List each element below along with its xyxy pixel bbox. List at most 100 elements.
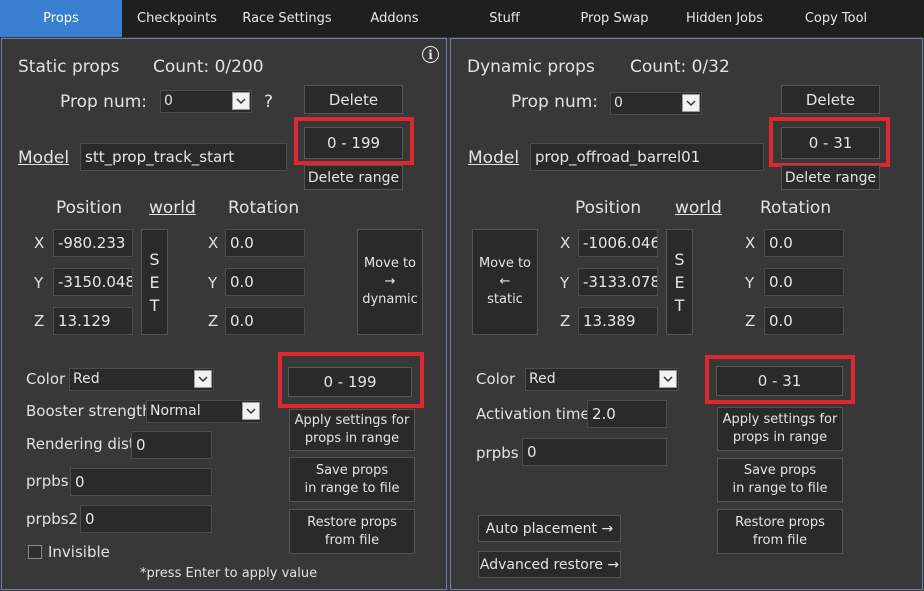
invisible-label: Invisible [48, 543, 110, 561]
delete-range-button[interactable]: Delete range [781, 165, 880, 190]
prop-num-value: 0 [614, 95, 623, 111]
model-label[interactable]: Model [18, 148, 69, 168]
delete-button[interactable]: Delete [304, 85, 403, 114]
tab-checkpoints[interactable]: Checkpoints [122, 0, 232, 37]
rot-z-label: Z [208, 312, 219, 330]
model-input[interactable]: prop_offroad_barrel01 [530, 143, 764, 171]
tab-addons[interactable]: Addons [342, 0, 447, 37]
pos-y-input[interactable]: -3133.078 [578, 268, 658, 296]
static-props-panel: Static props Count: 0/200 i Prop num: 0 … [1, 38, 447, 590]
rot-z-input[interactable]: 0.0 [764, 307, 844, 335]
dynamic-props-panel: Dynamic props Count: 0/32 Prop num: 0 De… [450, 38, 923, 590]
tab-copy-tool[interactable]: Copy Tool [782, 0, 890, 37]
prpbs-input[interactable]: 0 [70, 468, 212, 496]
rot-y-input[interactable]: 0.0 [225, 268, 305, 296]
pos-z-input[interactable]: 13.389 [578, 307, 658, 335]
rendering-dist-label: Rendering dist [26, 435, 135, 453]
set-button[interactable]: S E T [141, 229, 168, 335]
tab-race-settings[interactable]: Race Settings [232, 0, 342, 37]
prop-num-select[interactable]: 0 [610, 92, 702, 115]
color-label: Color [476, 370, 516, 388]
pos-z-label: Z [560, 312, 571, 330]
save-props-button[interactable]: Save props in range to file [289, 457, 415, 502]
rotation-label: Rotation [228, 198, 300, 218]
pos-x-input[interactable]: -980.233 [53, 229, 133, 257]
position-label: Position [56, 198, 123, 218]
pos-z-input[interactable]: 13.129 [53, 307, 133, 335]
help-icon[interactable]: ? [264, 92, 273, 112]
chevron-down-icon [194, 370, 212, 388]
pos-x-input[interactable]: -1006.046 [578, 229, 658, 257]
rot-x-label: X [208, 234, 219, 252]
info-icon[interactable]: i [422, 46, 439, 63]
prpbs-input[interactable]: 0 [522, 438, 667, 466]
rot-x-input[interactable]: 0.0 [225, 229, 305, 257]
model-input[interactable]: stt_prop_track_start [80, 143, 287, 171]
rendering-dist-input[interactable]: 0 [131, 431, 212, 459]
rotation-label: Rotation [760, 198, 832, 218]
color-select[interactable]: Red [525, 368, 679, 391]
move-to-dynamic-button[interactable]: Move to → dynamic [357, 229, 423, 335]
prop-num-value: 0 [164, 93, 173, 109]
static-props-title: Static props [18, 57, 120, 77]
delete-button[interactable]: Delete [781, 85, 880, 114]
prpbs-label: prpbs [476, 444, 519, 462]
restore-props-button[interactable]: Restore props from file [289, 509, 415, 554]
static-count: Count: 0/200 [153, 57, 264, 77]
world-toggle[interactable]: world [149, 198, 196, 218]
rot-x-input[interactable]: 0.0 [764, 229, 844, 257]
prpbs2-input[interactable]: 0 [80, 505, 212, 533]
pos-x-label: X [560, 234, 571, 252]
color-label: Color [26, 370, 66, 388]
tab-prop-swap[interactable]: Prop Swap [562, 0, 667, 37]
chevron-down-icon [682, 94, 700, 112]
auto-placement-button[interactable]: Auto placement → [478, 515, 621, 542]
color-value: Red [529, 371, 556, 387]
set-button[interactable]: S E T [666, 229, 693, 335]
delete-range-button[interactable]: Delete range [304, 165, 403, 190]
rot-z-input[interactable]: 0.0 [225, 307, 305, 335]
pos-y-label: Y [34, 274, 44, 292]
footer-note: *press Enter to apply value [140, 566, 318, 581]
tab-stuff[interactable]: Stuff [447, 0, 562, 37]
highlight-box [278, 352, 424, 408]
save-props-button[interactable]: Save props in range to file [717, 458, 843, 502]
highlight-box [705, 355, 855, 404]
chevron-down-icon [659, 370, 677, 388]
color-value: Red [73, 371, 100, 387]
rot-y-label: Y [745, 274, 755, 292]
chevron-down-icon [242, 402, 260, 420]
apply-settings-button[interactable]: Apply settings for props in range [289, 409, 415, 451]
prop-num-label: Prop num: [511, 92, 599, 112]
model-label[interactable]: Model [468, 148, 519, 168]
prpbs2-label: prpbs2 [26, 510, 79, 528]
color-select[interactable]: Red [69, 368, 214, 391]
tab-hidden-jobs[interactable]: Hidden Jobs [667, 0, 782, 37]
rot-y-input[interactable]: 0.0 [764, 268, 844, 296]
activation-time-input[interactable]: 2.0 [587, 400, 667, 428]
pos-x-label: X [34, 234, 45, 252]
booster-strength-select[interactable]: Normal [146, 400, 262, 423]
dynamic-props-title: Dynamic props [467, 57, 595, 77]
move-to-static-button[interactable]: Move to ← static [472, 229, 538, 335]
tab-bar: Props Checkpoints Race Settings Addons S… [0, 0, 924, 37]
prop-num-select[interactable]: 0 [160, 90, 252, 113]
advanced-restore-button[interactable]: Advanced restore → [478, 551, 621, 578]
activation-time-label: Activation time [476, 405, 590, 423]
invisible-checkbox[interactable] [28, 545, 42, 559]
apply-settings-button[interactable]: Apply settings for props in range [717, 407, 843, 451]
chevron-down-icon [232, 92, 250, 110]
position-label: Position [575, 198, 642, 218]
pos-z-label: Z [34, 312, 45, 330]
pos-y-input[interactable]: -3150.048 [53, 268, 133, 296]
prop-num-label: Prop num: [60, 92, 148, 112]
highlight-box [769, 117, 890, 167]
tab-props[interactable]: Props [0, 0, 122, 37]
rot-x-label: X [745, 234, 756, 252]
highlight-box [294, 117, 414, 165]
booster-strength-value: Normal [150, 403, 201, 419]
world-toggle[interactable]: world [675, 198, 722, 218]
booster-strength-label: Booster strength [26, 402, 152, 420]
prpbs-label: prpbs [26, 472, 69, 490]
restore-props-button[interactable]: Restore props from file [717, 509, 843, 554]
